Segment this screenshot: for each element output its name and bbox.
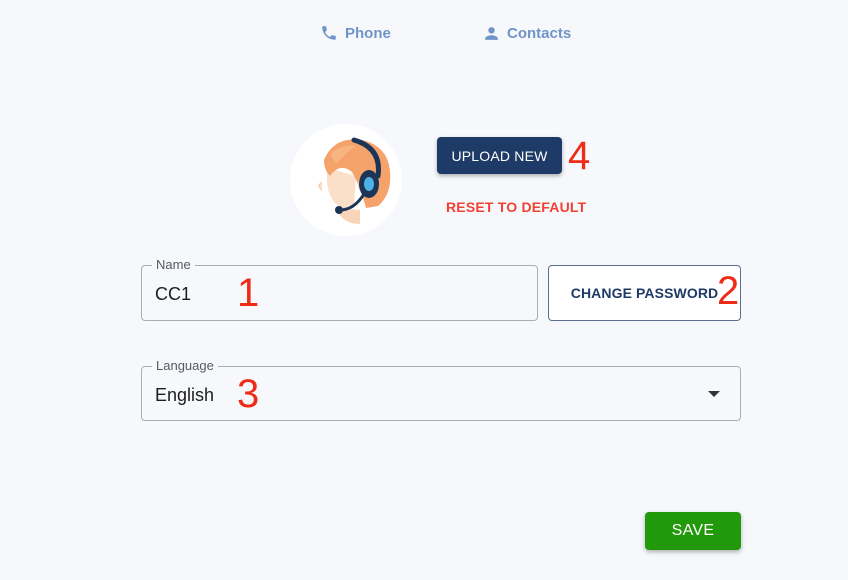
nav-contacts[interactable]: Contacts xyxy=(483,22,571,44)
nav-phone-label: Phone xyxy=(345,24,391,42)
language-select[interactable]: Language English xyxy=(141,359,741,421)
annotation-marker-1: 1 xyxy=(237,271,260,315)
name-field[interactable]: Name CC1 xyxy=(141,258,538,321)
upload-new-button[interactable]: UPLOAD NEW xyxy=(437,137,562,174)
name-field-label: Name xyxy=(152,258,195,272)
nav-phone[interactable]: Phone xyxy=(320,22,391,44)
name-field-value[interactable]: CC1 xyxy=(155,283,191,305)
save-button[interactable]: SAVE xyxy=(645,512,741,550)
reset-to-default-button[interactable]: RESET TO DEFAULT xyxy=(446,199,586,215)
phone-icon xyxy=(320,24,338,42)
nav-contacts-label: Contacts xyxy=(507,24,572,42)
annotation-marker-2: 2 xyxy=(717,269,740,313)
language-select-label: Language xyxy=(152,359,218,373)
annotation-marker-4: 4 xyxy=(568,134,591,178)
annotation-marker-3: 3 xyxy=(237,372,260,416)
avatar xyxy=(290,124,402,236)
change-password-button[interactable]: CHANGE PASSWORD xyxy=(548,265,741,321)
headset-agent-avatar-icon xyxy=(290,124,402,236)
person-icon xyxy=(483,25,500,42)
dropdown-arrow-icon[interactable] xyxy=(708,391,720,397)
language-select-value[interactable]: English xyxy=(155,384,214,406)
